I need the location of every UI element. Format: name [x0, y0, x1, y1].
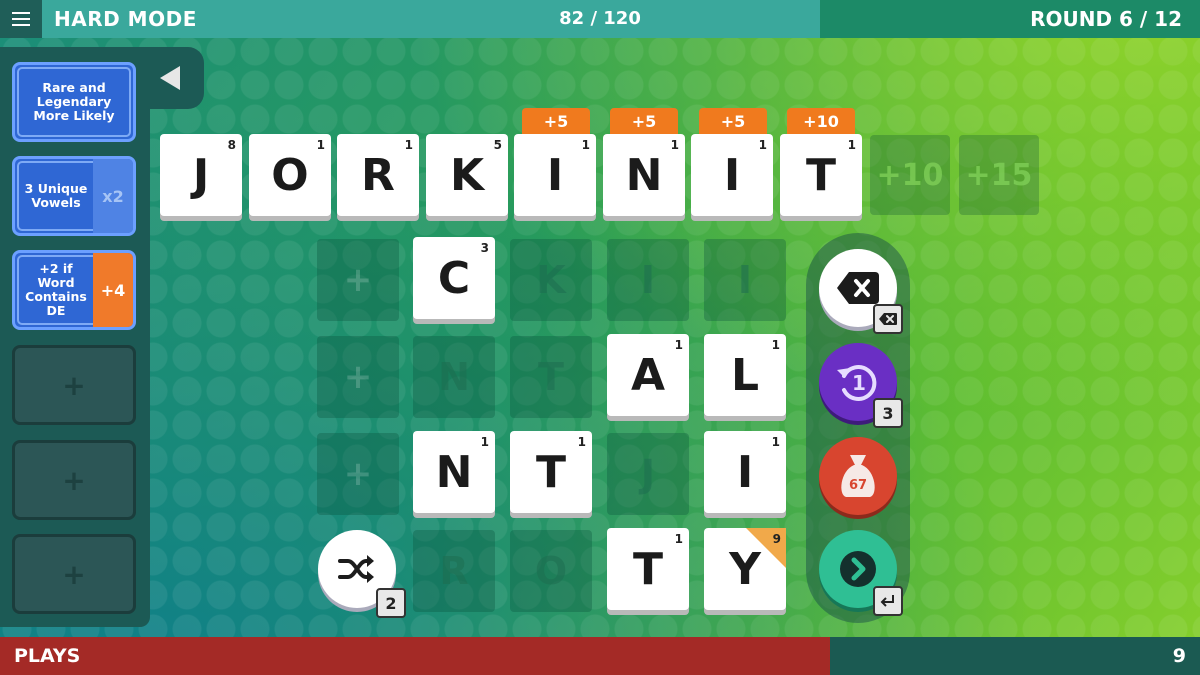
bottom-bar: PLAYS 9: [0, 637, 1200, 675]
tile-bag-button[interactable]: 67: [819, 437, 897, 515]
mode-title: HARD MODE: [54, 7, 197, 31]
word-tile[interactable]: T1: [780, 134, 862, 216]
used-tile-slot: K: [510, 239, 592, 321]
hand-tile-rare[interactable]: Y9: [704, 528, 786, 610]
word-tile[interactable]: R1: [337, 134, 419, 216]
used-tile-slot: I: [704, 239, 786, 321]
backspace-key-icon: [879, 313, 897, 325]
shuffle-icon: [338, 555, 374, 583]
used-tile-slot: I: [607, 239, 689, 321]
hand-tile[interactable]: C3: [413, 237, 495, 319]
hamburger-icon: [12, 18, 30, 20]
hand-tile[interactable]: I1: [704, 431, 786, 513]
plus-icon: +: [62, 557, 86, 591]
empty-perk-slot[interactable]: +: [12, 345, 136, 425]
add-tile-slot[interactable]: +: [317, 433, 399, 515]
used-tile-slot: N: [413, 336, 495, 418]
word-tile[interactable]: O1: [249, 134, 331, 216]
perk-card-text: +2 if Word Contains DE: [25, 261, 87, 318]
backspace-icon: [837, 272, 879, 304]
plays-bar-remaining: [830, 637, 1200, 675]
letter-bonus: +10: [787, 108, 855, 134]
extra-slot-bonus: +10: [870, 135, 950, 215]
perk-card-vowels[interactable]: 3 Unique Vowels x2: [12, 156, 136, 236]
word-tile[interactable]: I1: [691, 134, 773, 216]
plus-icon: +: [62, 463, 86, 497]
empty-perk-slot[interactable]: +: [12, 534, 136, 614]
collapse-panel-button[interactable]: [140, 47, 204, 109]
perk-card-multiplier: x2: [93, 159, 133, 233]
word-tile[interactable]: I1: [514, 134, 596, 216]
perk-card-bonus: +4: [93, 253, 133, 327]
add-tile-slot[interactable]: +: [317, 239, 399, 321]
svg-text:1: 1: [852, 371, 866, 395]
word-tile[interactable]: J8: [160, 134, 242, 216]
letter-bonus: +5: [610, 108, 678, 134]
chevron-left-icon: [160, 66, 180, 90]
plays-count: 9: [1172, 645, 1186, 667]
shuffle-count-badge: 2: [376, 588, 406, 618]
svg-text:67: 67: [849, 478, 867, 493]
perk-card-text: 3 Unique Vowels: [24, 181, 88, 210]
plays-bar: [0, 637, 830, 675]
backspace-key-hint: [873, 304, 903, 334]
perk-card-text: Rare and Legendary More Likely: [33, 80, 115, 123]
used-tile-slot: J: [607, 433, 689, 515]
arrow-right-icon: [840, 551, 876, 587]
hand-tile[interactable]: N1: [413, 431, 495, 513]
perk-card-contains-de[interactable]: +2 if Word Contains DE +4: [12, 250, 136, 330]
plus-icon: +: [62, 368, 86, 402]
hand-tile[interactable]: T1: [510, 431, 592, 513]
used-tile-slot: T: [510, 336, 592, 418]
perk-card-rare[interactable]: Rare and Legendary More Likely: [12, 62, 136, 142]
enter-key-hint: [873, 586, 903, 616]
empty-perk-slot[interactable]: +: [12, 440, 136, 520]
top-bar: HARD MODE 82 / 120 ROUND 6 / 12: [0, 0, 1200, 38]
add-tile-slot[interactable]: +: [317, 336, 399, 418]
menu-button[interactable]: [0, 0, 42, 38]
round-indicator: ROUND 6 / 12: [1030, 7, 1182, 31]
hand-tile[interactable]: L1: [704, 334, 786, 416]
letter-bonus: +5: [699, 108, 767, 134]
extra-slot-bonus: +15: [959, 135, 1039, 215]
bag-icon: 67: [841, 455, 875, 497]
enter-key-icon: [880, 595, 894, 607]
undo-count-badge: 3: [873, 398, 903, 428]
used-tile-slot: R: [413, 530, 495, 612]
hand-tile[interactable]: A1: [607, 334, 689, 416]
score-progress: 82 / 120: [559, 8, 641, 29]
letter-bonus: +5: [522, 108, 590, 134]
plays-label: PLAYS: [14, 645, 81, 667]
word-tile[interactable]: N1: [603, 134, 685, 216]
word-tile[interactable]: K5: [426, 134, 508, 216]
hand-tile[interactable]: T1: [607, 528, 689, 610]
used-tile-slot: O: [510, 530, 592, 612]
